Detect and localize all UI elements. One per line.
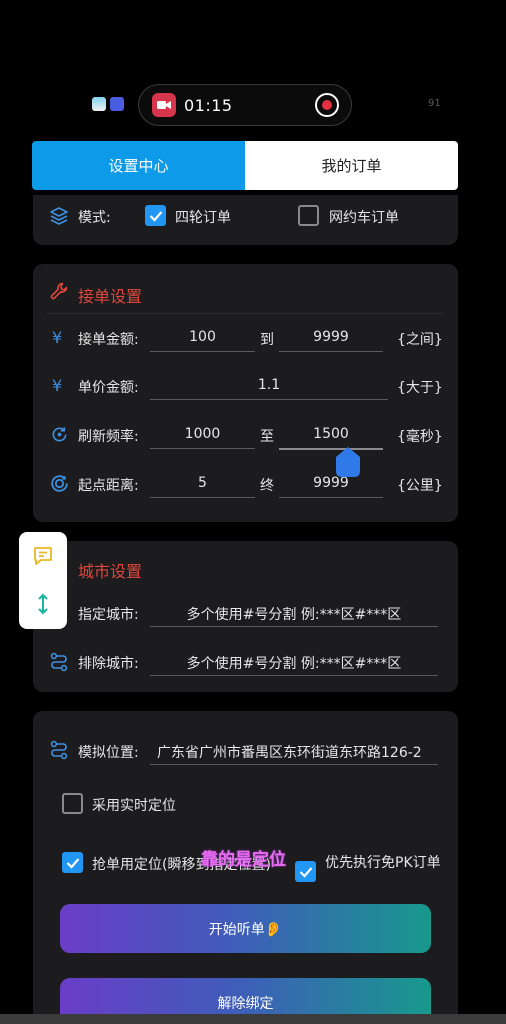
checkbox-realtime-location[interactable] [62, 793, 83, 814]
input-underline [150, 351, 255, 352]
option-four-wheel-label: 四轮订单 [175, 210, 231, 226]
exclude-city-label: 排除城市: [78, 656, 139, 672]
refresh-rate-min-input[interactable]: 1000 [150, 426, 255, 442]
input-underline-focused [279, 448, 383, 450]
input-underline [279, 497, 383, 498]
start-distance-unit: {公里} [397, 478, 443, 494]
bottom-bar [0, 1014, 506, 1024]
floating-toolbar [19, 532, 67, 629]
input-underline [150, 497, 255, 498]
record-icon [152, 93, 176, 117]
recording-time: 01:15 [184, 95, 233, 115]
input-underline [150, 764, 438, 765]
simulated-location-label: 模拟位置: [78, 745, 139, 761]
city-settings-card: 城市设置 指定城市: 多个使用#号分割 例:***区#***区 排除城市: 多个… [33, 541, 458, 692]
divider [47, 313, 444, 314]
order-settings-title: 接单设置 [78, 287, 143, 306]
option-ride-hailing-label: 网约车订单 [329, 210, 399, 226]
order-amount-label: 接单金额: [78, 332, 139, 348]
wrench-icon [50, 282, 68, 300]
refresh-icon [52, 427, 67, 442]
chat-icon[interactable] [32, 545, 54, 567]
route-icon [50, 652, 68, 672]
simulated-location-input[interactable]: 广东省广州市番禺区东环街道东环路126-2 [157, 742, 438, 762]
checkbox-ride-hailing[interactable] [298, 205, 319, 226]
mode-card: 模式: 四轮订单 网约车订单 [33, 195, 458, 245]
order-amount-max-input[interactable]: 9999 [279, 329, 383, 345]
refresh-rate-label: 刷新频率: [78, 429, 139, 445]
tab-my-orders[interactable]: 我的订单 [245, 141, 458, 190]
app-icon [110, 97, 124, 111]
input-underline [150, 448, 255, 449]
layers-icon [50, 207, 68, 225]
screen-recording-pill[interactable]: 01:15 [138, 84, 352, 126]
unit-price-unit: {大于} [397, 380, 443, 396]
checkbox-four-wheel[interactable] [145, 205, 166, 226]
order-settings-card: 接单设置 ¥ 接单金额: 100 到 9999 {之间} ¥ 单价金额: 1.1… [33, 264, 458, 522]
input-underline [150, 626, 438, 627]
tab-settings-center[interactable]: 设置中心 [32, 141, 245, 190]
battery-level: 91 [428, 98, 441, 109]
input-underline [150, 675, 438, 676]
start-distance-min-input[interactable]: 5 [150, 475, 255, 491]
route-icon [50, 740, 68, 760]
target-icon [51, 475, 68, 492]
order-amount-min-input[interactable]: 100 [150, 329, 255, 345]
start-distance-label: 起点距离: [78, 478, 139, 494]
start-distance-sep: 终 [260, 478, 274, 494]
city-settings-title: 城市设置 [78, 562, 143, 581]
yen-icon: ¥ [52, 376, 63, 395]
specify-city-label: 指定城市: [78, 607, 139, 623]
order-amount-unit: {之间} [397, 332, 443, 348]
mode-label: 模式: [78, 210, 111, 226]
specify-city-input[interactable]: 多个使用#号分割 例:***区#***区 [150, 604, 438, 624]
checkbox-grab-location[interactable] [62, 852, 83, 873]
start-distance-max-input[interactable]: 9999 [279, 475, 383, 491]
stop-icon[interactable] [315, 93, 339, 117]
pk-free-label: 优先执行免PK订单 [325, 855, 441, 871]
input-underline [150, 399, 388, 400]
text-cursor-handle[interactable] [336, 447, 360, 477]
vertical-arrows-icon[interactable] [33, 593, 53, 615]
app-icon [92, 97, 106, 111]
yen-icon: ¥ [52, 328, 63, 347]
status-app-icons [92, 97, 124, 111]
tab-bar: 设置中心 我的订单 [32, 141, 458, 190]
checkbox-pk-free[interactable] [295, 861, 316, 882]
overlay-caption: 靠的是定位 [201, 850, 286, 870]
input-underline [279, 351, 383, 352]
unit-price-label: 单价金额: [78, 380, 139, 396]
refresh-rate-unit: {毫秒} [397, 429, 443, 445]
start-listening-button[interactable]: 开始听单👂 [60, 904, 431, 953]
refresh-rate-sep: 至 [260, 429, 274, 445]
order-amount-sep: 到 [260, 332, 274, 348]
unit-price-input[interactable]: 1.1 [150, 377, 388, 393]
realtime-location-label: 采用实时定位 [92, 798, 176, 814]
refresh-rate-max-input[interactable]: 1500 [279, 426, 383, 442]
exclude-city-input[interactable]: 多个使用#号分割 例:***区#***区 [150, 653, 438, 673]
